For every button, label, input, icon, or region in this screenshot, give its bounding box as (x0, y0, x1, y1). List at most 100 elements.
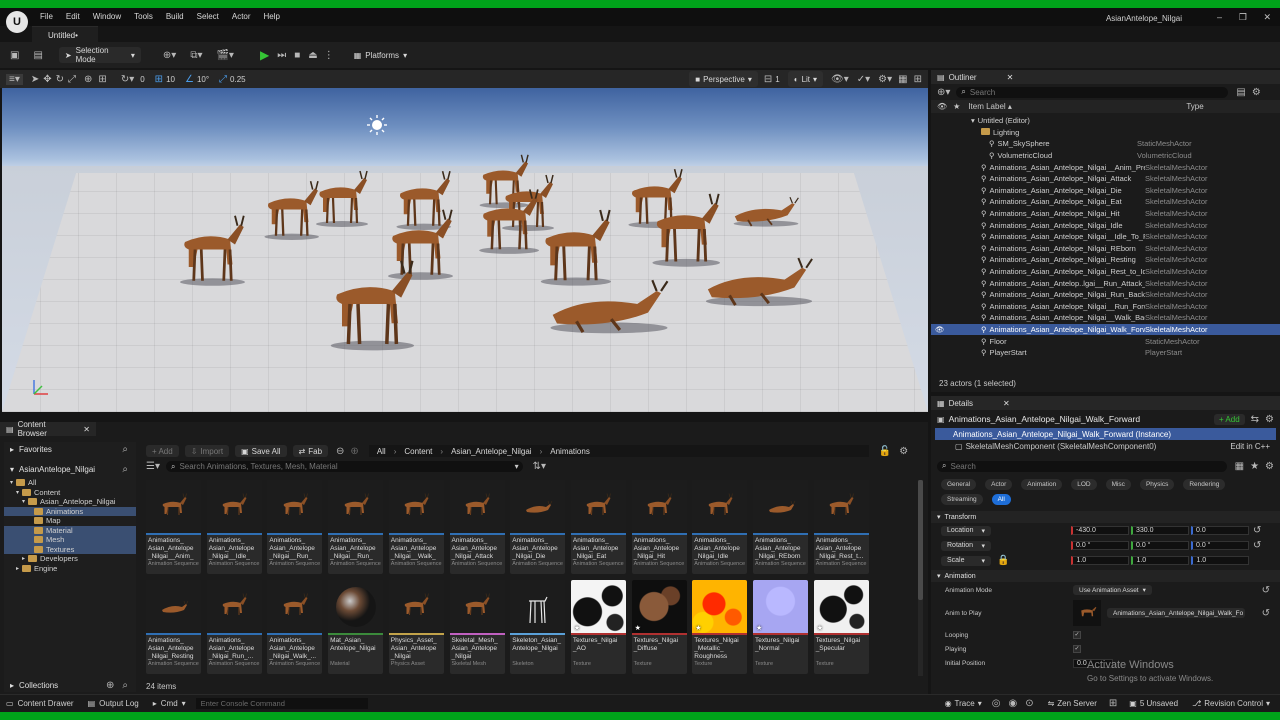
breadcrumb-all[interactable]: All (377, 447, 386, 456)
outliner-row[interactable]: ⚲ Animations_Asian_Antelope_Nilgai_REborn… (931, 243, 1280, 255)
blueprint-icon[interactable]: ⧉▾ (190, 50, 202, 61)
anim-to-play-dropdown[interactable]: Animations_Asian_Antelope_Nilgai_Walk_Fo… (1107, 608, 1245, 618)
filter-physics[interactable]: Physics (1139, 479, 1175, 490)
menu-item-window[interactable]: Window (93, 12, 121, 21)
rotation-field-z[interactable]: 0.0 ° (1191, 541, 1249, 550)
rotation-field-x[interactable]: 0.0 ° (1071, 541, 1129, 550)
outliner-row[interactable]: ⚲ PlayerStart PlayerStart (931, 347, 1280, 359)
scale-dropdown[interactable]: Scale ▾ (941, 555, 991, 566)
scale-tool-icon[interactable]: ⤢ (68, 74, 76, 85)
menu-item-edit[interactable]: Edit (66, 12, 80, 21)
outliner-tab[interactable]: ▤ Outliner ✕ (931, 70, 1280, 84)
breadcrumb-asian-antelope-nilgai[interactable]: Asian_Antelope_Nilgai (451, 447, 532, 456)
antelope-actor[interactable] (170, 212, 255, 289)
grid-snap-value[interactable]: 10 (166, 75, 175, 84)
folder-content[interactable]: ▾ Content (4, 488, 136, 498)
menu-item-help[interactable]: Help (264, 12, 280, 21)
settings-icon[interactable]: ⚙ (1252, 87, 1261, 98)
history-back-icon[interactable]: ⊖ (336, 446, 344, 457)
settings-icon[interactable]: ⚙ (899, 446, 908, 457)
snap-rotate-icon[interactable]: ↻▾ (121, 74, 134, 85)
performance-icon[interactable]: ✓▾ (857, 74, 870, 85)
platforms-dropdown[interactable]: ▦ Platforms ▾ (348, 47, 413, 63)
asset-tile[interactable]: ★ Textures_Nilgai _Metallic_ Roughness Tex… (692, 580, 748, 674)
outliner-row[interactable]: ⚲ Animations_Asian_Antelope_Nilgai__Run_F… (931, 301, 1280, 313)
history-forward-icon[interactable]: ⊕ (350, 446, 358, 457)
location-field-x[interactable]: -430.0 (1071, 526, 1129, 535)
playing-checkbox[interactable]: ✓ (1073, 645, 1081, 653)
edit-cpp-link[interactable]: Edit in C++ (1230, 442, 1270, 451)
asset-scrollbar[interactable] (918, 480, 923, 676)
asset-tile[interactable]: Animations_ Asian_Antelope _Nilgai__Walk… (388, 480, 444, 574)
filter-actor[interactable]: Actor (985, 479, 1013, 490)
outliner-row[interactable]: ⚲ VolumetricCloud VolumetricCloud (931, 150, 1280, 162)
outliner-row[interactable]: ⚲ Animations_Asian_Antelope_Nilgai__Anim_… (931, 161, 1280, 173)
antelope-actor[interactable] (308, 168, 376, 230)
asset-tile[interactable]: Animations_ Asian_Antelope _Nilgai_Idle A… (692, 480, 748, 574)
asset-tile[interactable]: Animations_ Asian_Antelope _Nilgai__Run_… (328, 480, 384, 574)
asset-tile[interactable]: Animations_ Asian_Antelope _Nilgai_Die An… (510, 480, 566, 574)
stop-icon[interactable]: ■ (294, 50, 300, 61)
asset-tile[interactable]: Animations_ Asian_Antelope _Nilgai_REbor… (753, 480, 808, 574)
zen-server-button[interactable]: ⇋ Zen Server (1048, 699, 1097, 708)
outliner-row[interactable]: ⚲ Animations_Asian_Antelope_Nilgai_Rest_t… (931, 266, 1280, 278)
content-browser-tab[interactable]: ▤ Content Browser ✕ (0, 420, 96, 438)
folder-textures[interactable]: Textures (4, 544, 136, 554)
asset-tile[interactable]: Animations_ Asian_Antelope _Nilgai__Idle… (206, 480, 262, 574)
close-icon[interactable]: ✕ (1003, 399, 1010, 408)
col-item-label[interactable]: Item Label ▴ (968, 102, 1186, 111)
filter-lod[interactable]: LOD (1071, 479, 1097, 490)
scale-field-x[interactable]: 1.0 (1071, 556, 1130, 565)
output-log-button[interactable]: ▤ Output Log (88, 699, 139, 708)
add-component-button[interactable]: + Add (1213, 413, 1245, 425)
outliner-row[interactable]: ⚲ Floor StaticMeshActor (931, 335, 1280, 347)
add-actor-icon[interactable]: ⊕▾ (163, 50, 176, 61)
asset-tile[interactable]: Physics_Asset_ Asian_Antelope _Nilgai Phy… (388, 580, 444, 674)
grid-view-icon[interactable]: ▦ (1235, 461, 1244, 472)
filter-animation[interactable]: Animation (1021, 479, 1063, 490)
rotate-tool-icon[interactable]: ↻ (56, 74, 64, 85)
transform-section[interactable]: ▾ Transform (931, 511, 1280, 523)
menu-item-build[interactable]: Build (166, 12, 184, 21)
visibility-icon[interactable]: 👁 (931, 325, 945, 334)
add-collection-icon[interactable]: ⊕ (106, 680, 114, 691)
unsaved-button[interactable]: ▣ 5 Unsaved (1129, 699, 1178, 708)
folder-add-icon[interactable]: ▤ (1236, 87, 1245, 98)
content-drawer-button[interactable]: ▭ Content Drawer (6, 699, 74, 708)
asset-tile[interactable]: ★ Textures_Nilgai _Specular Texture (813, 580, 869, 674)
content-search-input[interactable]: ⌕ Search Animations, Textures, Mesh, Mat… (165, 461, 523, 472)
menu-item-file[interactable]: File (40, 12, 53, 21)
outliner-row[interactable]: ⚲ Animations_Asian_Antelope_Nilgai__Walk_… (931, 312, 1280, 324)
asset-tile[interactable]: Skeleton_Asian_ Antelope_Nilgai Skeleton (510, 580, 566, 674)
folder-developers[interactable]: ▸ Developers (4, 554, 136, 564)
play-icon[interactable]: ▶ (260, 48, 269, 62)
project-header[interactable]: ▾ AsianAntelope_Nilgai ⌕ (4, 462, 136, 476)
add-filter-icon[interactable]: ⊕▾ (937, 87, 950, 98)
breadcrumb-content[interactable]: Content (404, 447, 432, 456)
cinematics-icon[interactable]: 🎬▾ (216, 50, 233, 61)
import-button[interactable]: ⇩ Import (184, 445, 230, 457)
angle-snap-icon[interactable]: ∠ (185, 74, 194, 85)
folder-mesh[interactable]: Mesh (4, 535, 136, 545)
favorites-header[interactable]: ▸ Favorites ⌕ (4, 442, 136, 456)
asset-tile[interactable]: Animations_ Asian_Antelope _Nilgai_Attac… (449, 480, 505, 574)
console-input[interactable]: Enter Console Command (195, 698, 368, 709)
save-icon[interactable]: ▣ (10, 50, 19, 61)
filter-streaming[interactable]: Streaming (941, 494, 983, 505)
outliner-row[interactable]: ⚲ Animations_Asian_Antelope_Nilgai_Eat Ske… (931, 196, 1280, 208)
selection-mode-dropdown[interactable]: ➤ Selection Mode ▾ (58, 46, 141, 64)
scale-snap-icon[interactable]: ⤢ (219, 74, 227, 85)
looping-checkbox[interactable]: ✓ (1073, 631, 1081, 639)
instance-row[interactable]: Animations_Asian_Antelope_Nilgai_Walk_Fo… (935, 428, 1276, 440)
favorite-icon[interactable]: ★ (1250, 461, 1259, 472)
component-row[interactable]: ▢ SkeletalMeshComponent (SkeletalMeshCom… (931, 440, 1280, 453)
filter-misc[interactable]: Misc (1105, 479, 1131, 490)
cmd-dropdown[interactable]: ▸ Cmd ▾ (153, 699, 186, 708)
sun-icon[interactable] (366, 114, 388, 136)
filter-rendering[interactable]: Rendering (1183, 479, 1226, 490)
blueprint-icon[interactable]: ⇆ (1251, 414, 1259, 425)
antelope-actor[interactable] (530, 206, 622, 289)
unreal-logo-icon[interactable]: U (6, 11, 28, 33)
fab-button[interactable]: ⇄ Fab (292, 445, 329, 457)
location-field-y[interactable]: 330.0 (1131, 526, 1189, 535)
